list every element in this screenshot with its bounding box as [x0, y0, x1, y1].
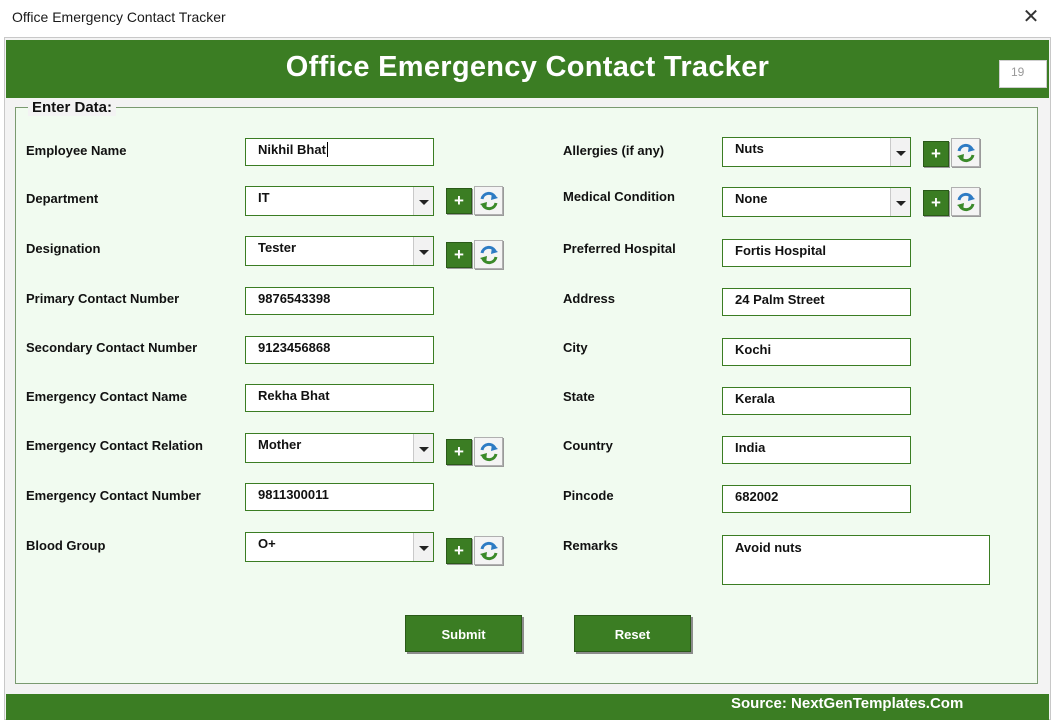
department-label: Department	[26, 191, 99, 206]
designation-dropdown[interactable]: Tester	[245, 236, 434, 266]
address-value: 24 Palm Street	[735, 292, 825, 307]
title-bar: Office Emergency Contact Tracker ✕	[0, 0, 1055, 36]
window-title: Office Emergency Contact Tracker	[12, 9, 226, 25]
remarks-label: Remarks	[563, 538, 618, 553]
refresh-designation-button[interactable]	[474, 240, 503, 269]
emergency-number-input[interactable]: 9811300011	[245, 483, 434, 511]
address-input[interactable]: 24 Palm Street	[722, 288, 911, 316]
refresh-department-button[interactable]	[474, 186, 503, 215]
emergency-contact-name-value: Rekha Bhat	[258, 388, 330, 403]
employee-name-value: Nikhil Bhat	[258, 142, 326, 157]
emergency-number-value: 9811300011	[258, 487, 329, 502]
chevron-down-icon[interactable]	[890, 138, 910, 166]
footer-bar: Source: NextGenTemplates.Com	[6, 694, 1049, 720]
secondary-contact-input[interactable]: 9123456868	[245, 336, 434, 364]
refresh-allergy-button[interactable]	[951, 138, 980, 167]
city-value: Kochi	[735, 342, 772, 357]
refresh-icon	[957, 192, 975, 212]
refresh-icon	[480, 191, 498, 211]
department-dropdown[interactable]: IT	[245, 186, 434, 216]
state-value: Kerala	[735, 391, 775, 406]
section-label: Enter Data:	[28, 99, 117, 116]
source-credit: Source: NextGenTemplates.Com	[731, 695, 964, 712]
refresh-blood-group-button[interactable]	[474, 536, 503, 565]
add-department-button[interactable]: +	[446, 188, 472, 214]
emergency-relation-value: Mother	[258, 437, 302, 452]
designation-value: Tester	[258, 240, 297, 255]
add-relation-button[interactable]: +	[446, 439, 472, 465]
medical-condition-value: None	[735, 191, 768, 206]
state-input[interactable]: Kerala	[722, 387, 911, 415]
text-cursor	[326, 142, 328, 157]
refresh-icon	[480, 541, 498, 561]
refresh-icon	[957, 143, 975, 163]
chevron-down-icon[interactable]	[413, 533, 433, 561]
remarks-value: Avoid nuts	[735, 540, 802, 555]
close-icon[interactable]: ✕	[1019, 4, 1043, 30]
country-input[interactable]: India	[722, 436, 911, 464]
emergency-number-label: Emergency Contact Number	[26, 488, 201, 503]
emergency-relation-dropdown[interactable]: Mother	[245, 433, 434, 463]
page-title: Office Emergency Contact Tracker	[285, 51, 770, 83]
add-allergy-button[interactable]: +	[923, 141, 949, 167]
primary-contact-input[interactable]: 9876543398	[245, 287, 434, 315]
country-label: Country	[563, 438, 613, 453]
city-label: City	[563, 340, 588, 355]
emergency-relation-label: Emergency Contact Relation	[26, 438, 203, 453]
pincode-label: Pincode	[563, 488, 614, 503]
chevron-down-icon[interactable]	[413, 434, 433, 462]
primary-contact-value: 9876543398	[258, 291, 331, 306]
secondary-contact-value: 9123456868	[258, 340, 331, 355]
add-blood-group-button[interactable]: +	[446, 538, 472, 564]
address-label: Address	[563, 291, 616, 306]
refresh-relation-button[interactable]	[474, 437, 503, 466]
chevron-down-icon[interactable]	[890, 188, 910, 216]
submit-button[interactable]: Submit	[405, 615, 522, 652]
chevron-down-icon[interactable]	[413, 237, 433, 265]
form-header: Office Emergency Contact Tracker 19	[6, 40, 1049, 98]
remarks-textarea[interactable]: Avoid nuts	[722, 535, 990, 585]
medical-condition-label: Medical Condition	[563, 189, 675, 204]
primary-contact-label: Primary Contact Number	[26, 291, 180, 306]
refresh-icon	[480, 442, 498, 462]
refresh-medical-condition-button[interactable]	[951, 187, 980, 216]
blood-group-label: Blood Group	[26, 538, 106, 553]
state-label: State	[563, 389, 595, 404]
refresh-icon	[480, 245, 498, 265]
emergency-contact-name-label: Emergency Contact Name	[26, 389, 188, 404]
preferred-hospital-label: Preferred Hospital	[563, 241, 676, 256]
blood-group-value: O+	[258, 536, 276, 551]
medical-condition-dropdown[interactable]: None	[722, 187, 911, 217]
blood-group-dropdown[interactable]: O+	[245, 532, 434, 562]
secondary-contact-label: Secondary Contact Number	[26, 340, 198, 355]
department-value: IT	[258, 190, 270, 205]
city-input[interactable]: Kochi	[722, 338, 911, 366]
allergies-value: Nuts	[735, 141, 764, 156]
reset-button[interactable]: Reset	[574, 615, 691, 652]
add-designation-button[interactable]: +	[446, 242, 472, 268]
pincode-value: 682002	[735, 489, 779, 504]
preferred-hospital-value: Fortis Hospital	[735, 243, 827, 258]
country-value: India	[735, 440, 766, 455]
employee-name-label: Employee Name	[26, 143, 127, 158]
pincode-input[interactable]: 682002	[722, 485, 911, 513]
allergies-label: Allergies (if any)	[563, 143, 665, 158]
record-id-box: 19	[999, 60, 1047, 88]
emergency-contact-name-input[interactable]: Rekha Bhat	[245, 384, 434, 412]
designation-label: Designation	[26, 241, 101, 256]
allergies-dropdown[interactable]: Nuts	[722, 137, 911, 167]
employee-name-input[interactable]: Nikhil Bhat	[245, 138, 434, 166]
chevron-down-icon[interactable]	[413, 187, 433, 215]
preferred-hospital-input[interactable]: Fortis Hospital	[722, 239, 911, 267]
add-medical-condition-button[interactable]: +	[923, 190, 949, 216]
